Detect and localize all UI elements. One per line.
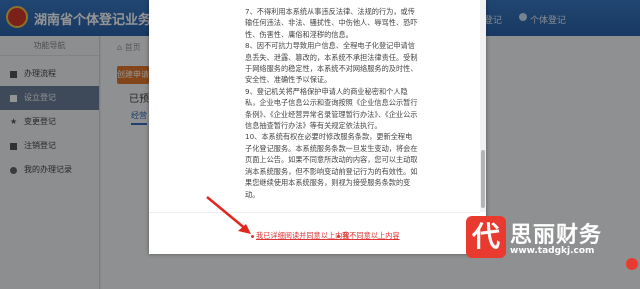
terms-paragraph: 10、本系统有权在必要时修改服务条款，更新全程电子化登记服务。本系统服务条款一旦… <box>245 132 418 199</box>
terms-paragraph: 9、登记机关将严格保护申请人的商业秘密和个人隐私，企业电子信息公示和查询按照《企… <box>245 86 418 131</box>
disagree-link[interactable]: 我不同意以上内容 <box>337 231 400 241</box>
modal-scrollbar[interactable] <box>480 0 486 212</box>
disagree-label: 我不同意以上内容 <box>342 231 400 240</box>
watermark-name: 思丽财务 <box>510 223 603 248</box>
terms-text: 7、不得利用本系统从事违反法律、法规的行为，或传输任何违法、非法、骚扰性、中伤他… <box>245 6 419 200</box>
terms-paragraph: 7、不得利用本系统从事违反法律、法规的行为，或传输任何违法、非法、骚扰性、中伤他… <box>245 7 418 39</box>
scroll-thumb[interactable] <box>481 150 485 208</box>
watermark-badge-icon <box>626 258 638 270</box>
bullet-icon <box>337 234 340 238</box>
agree-label: 我已详细阅读并同意以上内容 <box>256 231 350 240</box>
watermark-logo: 代 <box>466 216 506 258</box>
terms-modal: 7、不得利用本系统从事违反法律、法规的行为，或传输任何违法、非法、骚扰性、中伤他… <box>149 0 486 254</box>
agree-link[interactable]: 我已详细阅读并同意以上内容 <box>251 231 349 241</box>
red-arrow-annotation <box>206 196 251 234</box>
terms-paragraph: 8、因不可抗力导致用户信息、全程电子化登记申请信息丢失、泄露、篡改的，本系统不承… <box>245 41 418 85</box>
watermark-url: www.tadgkj.com <box>510 246 595 256</box>
